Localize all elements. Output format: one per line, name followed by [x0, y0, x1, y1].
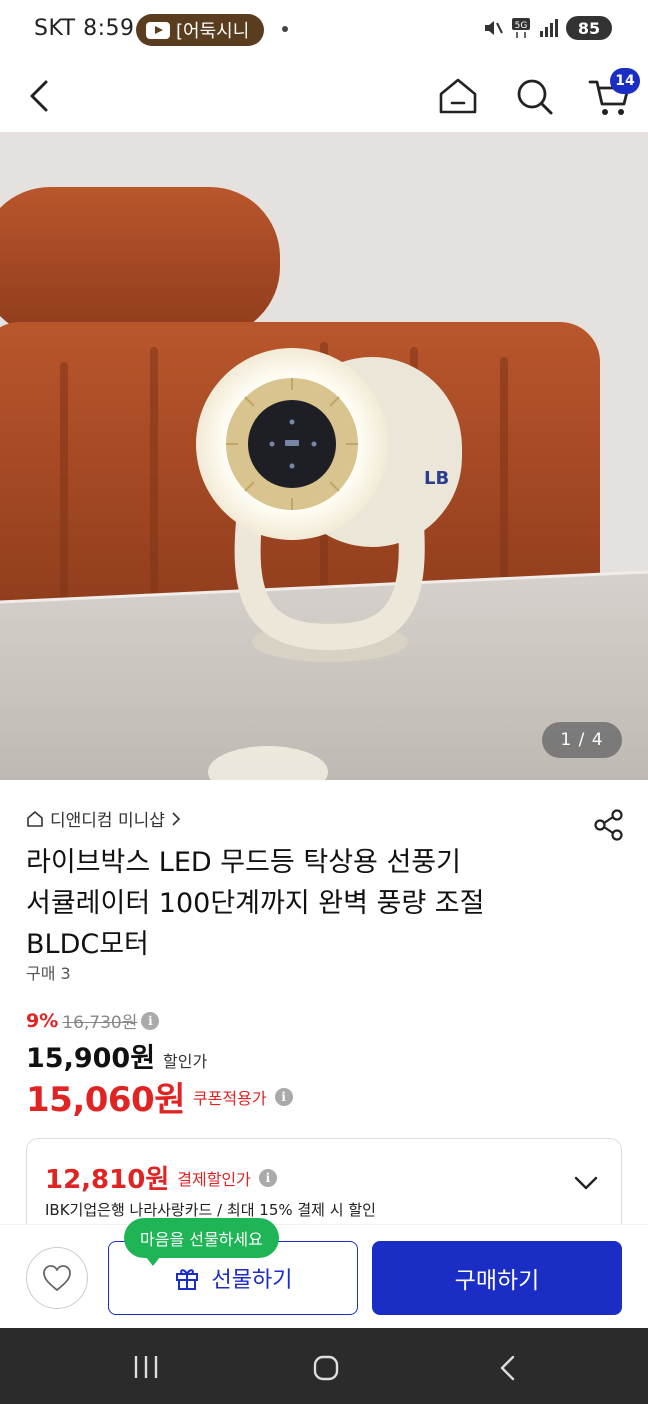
sale-price-label: 할인가: [163, 1052, 208, 1071]
svg-text:LB: LB: [424, 468, 449, 489]
info-icon[interactable]: i: [141, 1011, 160, 1030]
cart-count-badge: 14: [610, 68, 640, 94]
buy-button[interactable]: 구매하기: [372, 1241, 622, 1315]
gift-button-label: 선물하기: [211, 1268, 293, 1293]
share-icon[interactable]: [592, 808, 626, 842]
search-icon[interactable]: [512, 74, 556, 118]
gift-icon: [175, 1269, 198, 1290]
product-photo: LB: [0, 132, 648, 780]
heart-icon: [43, 1265, 71, 1291]
store-home-icon: [27, 810, 43, 827]
svg-text:5G: 5G: [515, 21, 528, 31]
discount-percent: 9%: [26, 1009, 59, 1032]
payment-price-label: 결제할인가: [177, 1169, 251, 1189]
purchase-count: 구매 3: [26, 964, 71, 983]
product-title-line: 서큘레이터 100단계까지 완벽 풍량 조절: [26, 888, 485, 919]
home-icon[interactable]: [436, 74, 480, 118]
notification-dot: [282, 26, 288, 32]
top-navigation: [0, 60, 648, 132]
media-title: [어둑시니: [176, 21, 250, 42]
signal-icon: [540, 19, 558, 37]
gift-tooltip: 마음을 선물하세요: [124, 1218, 279, 1266]
coupon-price-row: 15,060원 쿠폰적용가 i: [26, 1072, 293, 1121]
media-notification-pill[interactable]: [어둑시니: [136, 14, 264, 46]
5g-icon: 5G: [512, 18, 530, 38]
coupon-price-label: 쿠폰적용가: [192, 1088, 267, 1108]
product-image-carousel[interactable]: LB: [0, 132, 648, 780]
system-navigation-bar: [0, 1328, 648, 1404]
product-title-line: BLDC모터: [26, 929, 149, 960]
image-counter: 1 / 4: [542, 722, 622, 758]
status-bar: SKT 8:59 [어둑시니 5G 85: [0, 0, 648, 60]
mute-icon: [485, 21, 503, 35]
carrier-time: SKT 8:59: [34, 16, 135, 41]
payment-price-row: 12,810원 결제할인가 i: [45, 1159, 277, 1196]
back-arrow-icon[interactable]: [20, 74, 60, 118]
original-price: 16,730원: [62, 1013, 138, 1033]
coupon-price: 15,060원: [26, 1080, 185, 1120]
battery-icon: 85: [566, 16, 612, 40]
product-title-line: 라이브박스 LED 무드등 탁상용 선풍기: [26, 847, 461, 878]
wishlist-button[interactable]: [26, 1247, 88, 1309]
youtube-icon: [146, 21, 170, 39]
payment-discount-box[interactable]: 12,810원 결제할인가 i IBK기업은행 나라사랑카드 / 최대 15% …: [26, 1138, 622, 1238]
product-title: 라이브박스 LED 무드등 탁상용 선풍기 서큘레이터 100단계까지 완벽 풍…: [26, 842, 566, 965]
store-link[interactable]: 디앤디컴 미니샵: [26, 806, 181, 831]
store-name: 디앤디컴 미니샵: [50, 811, 165, 831]
info-icon[interactable]: i: [258, 1168, 277, 1187]
sale-price-row: 15,900원 할인가: [26, 1036, 207, 1075]
home-nav-icon[interactable]: [312, 1354, 340, 1382]
payment-discount-description: IBK기업은행 나라사랑카드 / 최대 15% 결제 시 할인: [45, 1201, 376, 1219]
sale-price: 15,900원: [26, 1043, 156, 1074]
battery-level: 85: [577, 18, 601, 38]
system-icons: 5G 85: [482, 16, 612, 40]
info-icon[interactable]: i: [274, 1087, 293, 1106]
bottom-action-bar: 선물하기 구매하기: [0, 1224, 648, 1328]
back-nav-icon[interactable]: [496, 1354, 520, 1382]
chevron-right-icon: [172, 811, 181, 826]
chevron-down-icon[interactable]: [573, 1175, 599, 1191]
payment-price: 12,810원: [45, 1165, 170, 1195]
original-price-row: 9% 16,730원 i: [26, 1008, 160, 1033]
recent-apps-icon[interactable]: [130, 1354, 162, 1380]
